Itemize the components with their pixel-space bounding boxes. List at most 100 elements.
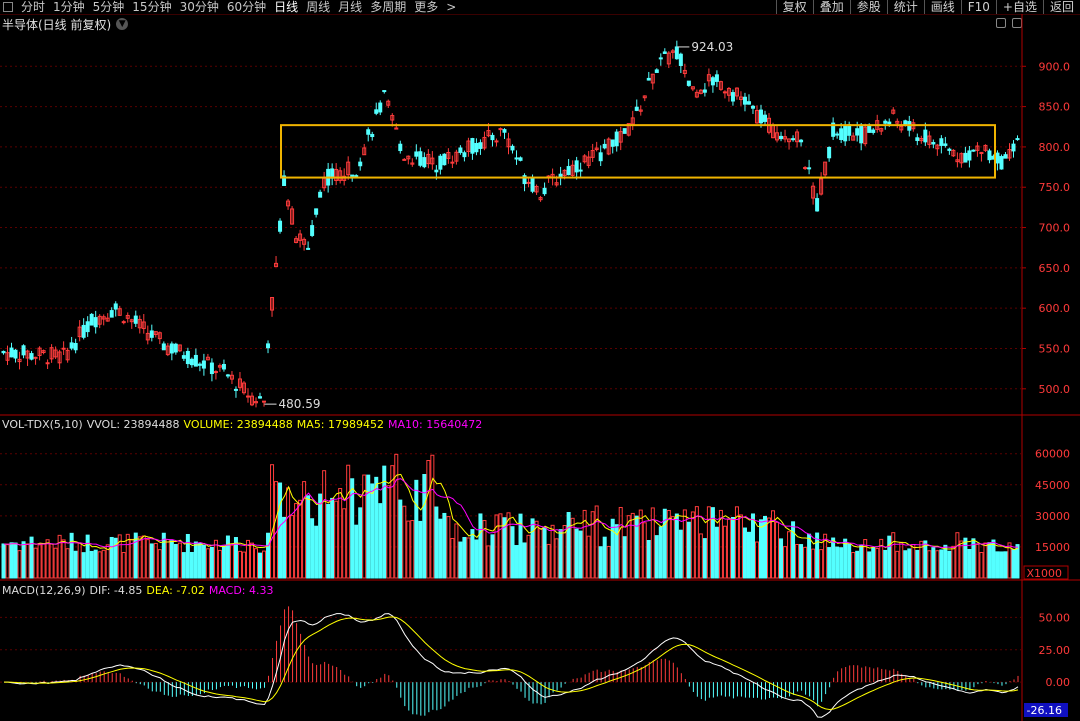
volume-bar [173, 544, 178, 579]
volume-bar [245, 539, 250, 579]
volume-bar [137, 536, 142, 579]
candle-body [518, 157, 523, 161]
volume-bar [197, 542, 202, 579]
price-tick-label: 600.0 [1039, 302, 1071, 315]
volume-bar [722, 525, 727, 579]
candle-body [678, 53, 683, 66]
volume-bar [442, 512, 447, 579]
volume-bar [558, 529, 563, 579]
volume-bar [294, 503, 299, 579]
candle-body [987, 150, 992, 161]
candle-body [502, 129, 507, 133]
candle-body [859, 125, 864, 144]
volume-bar [278, 482, 283, 579]
volume-bar [109, 536, 114, 579]
volume-bar [169, 540, 174, 579]
volume-bar [290, 515, 295, 579]
volume-bar [855, 550, 860, 579]
volume-bar [237, 550, 242, 579]
volume-bar [97, 551, 102, 579]
low-price-label: 480.59 [279, 397, 321, 411]
volume-bar [787, 531, 792, 579]
candle-body [662, 51, 667, 54]
volume-bar [839, 547, 844, 579]
volume-bar [398, 499, 403, 579]
volume-bar [650, 507, 655, 579]
volume-bar [987, 542, 992, 579]
candle-body [803, 167, 808, 170]
candle-body [1011, 143, 1016, 152]
volume-bar [999, 551, 1004, 579]
volume-bar [410, 520, 415, 579]
candle-body [807, 167, 812, 170]
volume-bar [1003, 551, 1008, 579]
volume-bar [622, 536, 627, 579]
volume-bar [935, 550, 940, 579]
macd-dea-line [4, 616, 1019, 711]
volume-bar [510, 526, 515, 579]
volume-bar [185, 533, 190, 579]
volume-bar [49, 543, 54, 579]
volume-bar [298, 499, 303, 579]
volume-bar [61, 539, 66, 579]
volume-bar [85, 534, 90, 579]
volume-bar [221, 545, 226, 579]
volume-bar [943, 544, 948, 579]
volume-bar [286, 487, 291, 579]
candle-body [382, 90, 387, 93]
volume-bar [141, 535, 146, 579]
kline-chart[interactable]: 900.0 850.0 800.0 750.0 700.0 650.0 600.0 550.0… [0, 0, 1080, 721]
volume-bar [686, 521, 691, 579]
candle-body [366, 129, 371, 135]
volume-bar [422, 474, 427, 579]
volume-bar [843, 538, 848, 579]
volume-bar [767, 517, 772, 579]
candle-body [963, 152, 968, 163]
volume-bar [330, 497, 335, 579]
volume-bar [229, 544, 234, 579]
candle-body [799, 139, 804, 143]
volume-bar [963, 537, 968, 579]
volume-bar [17, 550, 22, 579]
volume-bar [121, 552, 126, 579]
volume-bar [225, 535, 230, 579]
volume-bar [538, 528, 543, 579]
volume-bar [630, 512, 635, 579]
candle-body [370, 133, 375, 138]
volume-bar [702, 538, 707, 579]
candle-body [266, 343, 271, 349]
volume-bar [326, 503, 331, 579]
volume-bar [654, 535, 659, 579]
volume-bar [81, 552, 86, 579]
candle-body [674, 46, 679, 60]
candle-body [470, 138, 475, 154]
volume-bar [338, 488, 343, 579]
price-tick-label: 850.0 [1039, 101, 1071, 114]
volume-bar [670, 516, 675, 579]
candle-body [686, 80, 691, 86]
volume-bar [446, 516, 451, 579]
volume-bar [730, 517, 735, 579]
volume-bar [65, 548, 70, 579]
volume-bar [746, 531, 751, 579]
volume-bar [165, 539, 170, 579]
volume-bar [434, 506, 439, 579]
volume-bar [213, 539, 218, 579]
candle-body [646, 77, 651, 81]
volume-bar [189, 551, 194, 579]
candle-body [1015, 138, 1020, 141]
volume-bar [33, 547, 38, 579]
candle-body [867, 125, 872, 133]
volume-bar [217, 549, 222, 579]
volume-bar [775, 521, 780, 579]
volume-bar [610, 518, 615, 579]
volume-bar [1015, 544, 1020, 579]
volume-bar [991, 539, 996, 579]
candle-body [758, 109, 764, 124]
candle-body [722, 91, 727, 94]
volume-bar [618, 506, 623, 579]
candle-body [939, 138, 944, 146]
candle-body [510, 145, 515, 151]
volume-bar [799, 544, 804, 579]
candle-body [45, 362, 50, 365]
